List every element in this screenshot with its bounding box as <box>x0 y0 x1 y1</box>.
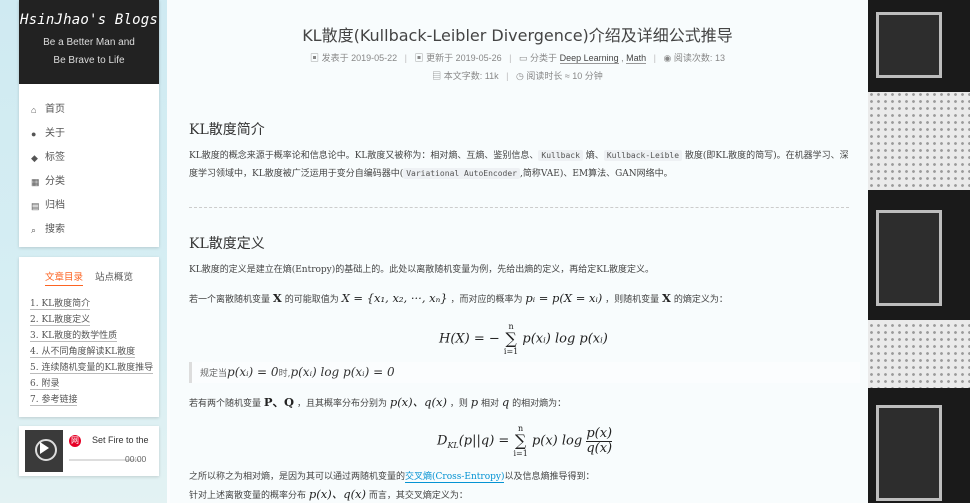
toc-item[interactable]: 5. 连续随机变量的KL散度推导 <box>30 360 159 376</box>
section-heading: KL散度简介 <box>189 122 265 138</box>
grid-icon: ▦ <box>31 177 40 187</box>
background-building-photo <box>868 0 970 503</box>
album-cover[interactable] <box>25 430 63 472</box>
word-count: 11k <box>484 71 499 81</box>
site-subtitle-line1: Be a Better Man and <box>43 37 135 48</box>
toc-list: 1. KL散度简介 2. KL散度定义 3. KL散度的数学性质 4. 从不同角… <box>19 296 159 408</box>
site-subtitle-line2: Be Brave to Life <box>53 55 125 66</box>
menu-item-label: 标签 <box>45 152 65 163</box>
published-date: 2019-05-22 <box>351 53 398 63</box>
toc-item[interactable]: 2. KL散度定义 <box>30 312 159 328</box>
math-inline: p(x)、q(x) <box>389 395 447 409</box>
math-inline: pᵢ = p(X = xᵢ) <box>525 291 603 305</box>
sidebar-toc-panel: 文章目录 站点概览 1. KL散度简介 2. KL散度定义 3. KL散度的数学… <box>19 257 159 417</box>
menu-item-categories[interactable]: ▦ 分类 <box>19 170 159 194</box>
site-brand[interactable]: HsinJhao's Blogs Be a Better Man and Be … <box>19 0 159 84</box>
playback-time: 00:00 <box>125 454 147 464</box>
menu-item-archives[interactable]: ▤ 归档 <box>19 194 159 218</box>
file-text-icon: ▤ <box>432 71 442 81</box>
menu-item-search[interactable]: ⌕ 搜索 <box>19 218 159 242</box>
entropy-formula: H(X) = − n ∑ i=1 p(xᵢ) log p(xᵢ) <box>439 322 608 356</box>
paragraph: 若有两个随机变量 P、Q ，且其概率分布分别为 p(x)、q(x) ，则 p 相… <box>189 395 567 409</box>
menu-item-label: 搜索 <box>45 224 65 235</box>
tag-icon: ◆ <box>31 153 38 163</box>
category-link[interactable]: Deep Learning <box>559 53 619 64</box>
cross-entropy-link[interactable]: 交叉熵(Cross-Entropy) <box>405 472 505 483</box>
window-frame <box>876 12 942 78</box>
math-inline: p <box>470 395 479 409</box>
menu-item-home[interactable]: ⌂ 首页 <box>19 98 159 122</box>
post-meta-line1: ▣ 发表于 2019-05-22 | ▣ 更新于 2019-05-26 | ▭ … <box>310 53 725 64</box>
post-meta-line2: ▤ 本文字数: 11k | ◷ 阅读时长 ≈ 10 分钟 <box>432 71 603 81</box>
menu-item-label: 归档 <box>45 200 65 211</box>
paragraph: KL散度的定义是建立在熵(Entropy)的基础上的。此处以离散随机变量为例，先… <box>189 265 654 275</box>
section-heading: KL散度定义 <box>189 236 265 252</box>
section-divider <box>189 207 849 208</box>
inline-code: Variational AutoEncoder <box>403 168 520 179</box>
blockquote-note: 规定当p(xᵢ) = 0时,p(xᵢ) log p(xᵢ) = 0 <box>189 362 860 383</box>
paragraph: KL散度的概念来源于概率论和信息论中。KL散度又被称为：相对熵、互熵、鉴别信息、… <box>189 150 849 179</box>
paragraph: 若一个离散随机变量 X 的可能取值为 X = {x₁, x₂, ···, xₙ}… <box>189 291 728 305</box>
read-time: 10 分钟 <box>572 71 603 81</box>
view-count: 13 <box>714 53 725 63</box>
toc-item[interactable]: 6. 附录 <box>30 376 159 392</box>
post-title: KL散度(Kullback-Leibler Divergence)介绍及详细公式… <box>302 26 733 45</box>
window-frame <box>876 405 942 501</box>
post-content: KL散度(Kullback-Leibler Divergence)介绍及详细公式… <box>167 0 868 503</box>
category-link[interactable]: Math <box>626 53 647 64</box>
eye-icon: ◉ <box>663 53 672 63</box>
tab-overview[interactable]: 站点概览 <box>95 269 133 286</box>
netease-music-icon: 网 <box>69 435 81 447</box>
song-title: Set Fire to the <box>92 435 149 445</box>
home-icon: ⌂ <box>31 105 37 115</box>
toc-item[interactable]: 7. 参考链接 <box>30 392 159 408</box>
paragraph: 之所以称之为相对熵，是因为其可以通过两随机变量的交叉熵(Cross-Entrop… <box>189 472 595 483</box>
menu-item-label: 关于 <box>45 128 65 139</box>
calendar-check-icon: ▣ <box>414 53 424 63</box>
kl-divergence-formula: DKL(p||q) = n ∑ i=1 p(x) log p(x) q(x) <box>437 424 613 458</box>
tab-toc[interactable]: 文章目录 <box>44 269 83 286</box>
user-icon: ● <box>31 129 37 139</box>
math-inline: X = {x₁, x₂, ···, xₙ} <box>341 291 448 305</box>
inline-code: Kullback-Leible <box>603 150 683 161</box>
menu-item-tags[interactable]: ◆ 标签 <box>19 146 159 170</box>
toc-item[interactable]: 3. KL散度的数学性质 <box>30 328 159 344</box>
updated-date: 2019-05-26 <box>455 53 502 63</box>
window-frame <box>876 210 942 306</box>
math-inline: X <box>662 291 671 305</box>
math-inline: p(x)、q(x) <box>308 487 367 501</box>
math-inline: q <box>501 395 510 409</box>
play-icon[interactable] <box>40 442 49 454</box>
menu-item-label: 首页 <box>45 104 65 115</box>
toc-item[interactable]: 1. KL散度简介 <box>30 296 159 312</box>
menu-item-label: 分类 <box>45 176 65 187</box>
math-inline: X <box>272 291 282 305</box>
calendar-icon: ▣ <box>310 53 320 63</box>
site-title[interactable]: HsinJhao's Blogs <box>19 12 159 28</box>
folder-icon: ▭ <box>519 53 528 63</box>
menu-item-about[interactable]: ● 关于 <box>19 122 159 146</box>
toc-item[interactable]: 4. 从不同角度解读KL散度 <box>30 344 159 360</box>
inline-code: Kullback <box>538 150 583 161</box>
music-player: 网 Set Fire to the 00:00 <box>19 426 159 476</box>
math-inline: P、Q <box>263 395 295 409</box>
archive-icon: ▤ <box>31 201 40 211</box>
search-icon: ⌕ <box>31 225 37 235</box>
clock-icon: ◷ <box>515 71 524 81</box>
site-nav-menu: ⌂ 首页 ● 关于 ◆ 标签 ▦ 分类 ▤ 归档 ⌕ 搜索 <box>19 84 159 247</box>
paragraph: 针对上述离散变量的概率分布 p(x)、q(x) 而言，其交叉熵定义为： <box>189 487 468 501</box>
